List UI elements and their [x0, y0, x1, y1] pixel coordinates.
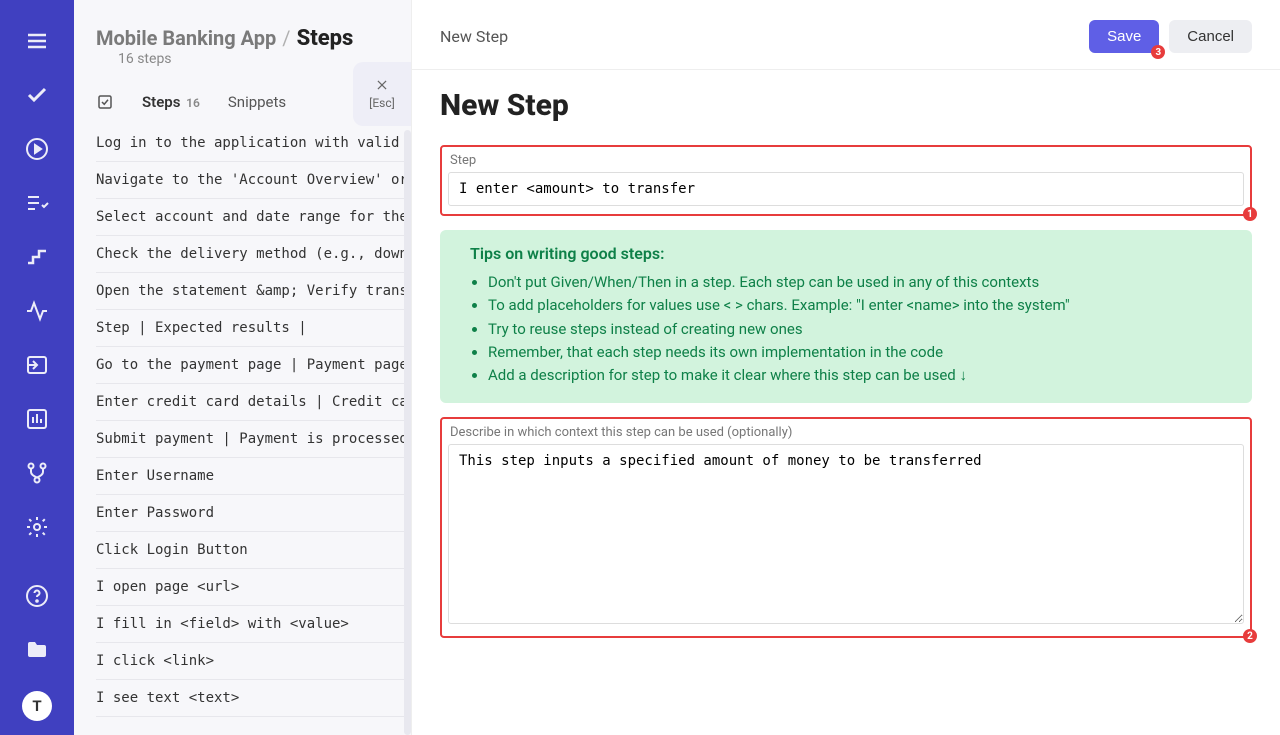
save-label: Save: [1107, 28, 1141, 45]
save-badge: 3: [1151, 45, 1165, 59]
tab-steps-count: 16: [186, 96, 200, 110]
header-title-small: New Step: [440, 27, 508, 46]
menu-icon[interactable]: [24, 28, 50, 54]
tab-snippets[interactable]: Snippets: [228, 93, 286, 111]
help-icon[interactable]: [24, 583, 50, 609]
description-field-block: Describe in which context this step can …: [440, 417, 1252, 638]
gear-icon[interactable]: [24, 514, 50, 540]
page-title: New Step: [440, 88, 1252, 123]
folder-icon[interactable]: [24, 637, 50, 663]
list-item[interactable]: I open page <url>: [96, 569, 411, 606]
tab-steps-label: Steps: [142, 93, 180, 111]
tips-item: Don't put Given/When/Then in a step. Eac…: [488, 271, 1234, 294]
tips-item: Remember, that each step needs its own i…: [488, 341, 1234, 364]
steps-list: Log in to the application with valid cre…: [74, 125, 411, 735]
close-esc-label: [Esc]: [369, 96, 395, 110]
list-item[interactable]: I see text <text>: [96, 680, 411, 717]
list-item[interactable]: Click Login Button: [96, 532, 411, 569]
step-field-label: Step: [450, 153, 1244, 168]
activity-icon[interactable]: [24, 298, 50, 324]
tips-item: To add placeholders for values use < > c…: [488, 294, 1234, 317]
save-button[interactable]: Save 3: [1089, 20, 1159, 53]
logo-text: T: [32, 697, 41, 715]
play-circle-icon[interactable]: [24, 136, 50, 162]
steps-tab-icon: [96, 93, 114, 111]
description-field-label: Describe in which context this step can …: [450, 425, 1244, 440]
step-input[interactable]: [448, 172, 1244, 206]
tips-box: Tips on writing good steps: Don't put Gi…: [440, 230, 1252, 403]
step-field-block: Step 1: [440, 145, 1252, 216]
tips-item: Try to reuse steps instead of creating n…: [488, 318, 1234, 341]
list-item[interactable]: I fill in <field> with <value>: [96, 606, 411, 643]
list-item[interactable]: Check the delivery method (e.g., downloa: [96, 236, 411, 273]
chart-icon[interactable]: [24, 406, 50, 432]
logo-icon[interactable]: T: [22, 691, 52, 721]
import-icon[interactable]: [24, 352, 50, 378]
branch-icon[interactable]: [24, 460, 50, 486]
breadcrumb-count: 16 steps: [118, 51, 172, 67]
list-check-icon[interactable]: [24, 190, 50, 216]
description-textarea[interactable]: [448, 444, 1244, 624]
list-item[interactable]: Go to the payment page | Payment page lo: [96, 347, 411, 384]
list-item[interactable]: Open the statement &amp; Verify transact: [96, 273, 411, 310]
check-icon[interactable]: [24, 82, 50, 108]
list-item[interactable]: Submit payment | Payment is processed an: [96, 421, 411, 458]
list-item[interactable]: Navigate to the 'Account Overview' or 'S: [96, 162, 411, 199]
breadcrumb-current: Steps: [297, 26, 354, 51]
tips-item: Add a description for step to make it cl…: [488, 364, 1234, 387]
list-item[interactable]: Select account and date range for the st: [96, 199, 411, 236]
left-panel: Mobile Banking App / Steps 16 steps Step…: [74, 0, 412, 735]
main-panel: New Step Save 3 Cancel New Step Step 1 T…: [412, 0, 1280, 735]
cancel-button[interactable]: Cancel: [1169, 20, 1252, 53]
breadcrumb-project[interactable]: Mobile Banking App: [96, 26, 276, 50]
main-header: New Step Save 3 Cancel: [412, 0, 1280, 70]
tab-steps[interactable]: Steps 16: [142, 93, 200, 111]
tips-title: Tips on writing good steps:: [470, 244, 1234, 263]
list-item[interactable]: Enter Username: [96, 458, 411, 495]
list-item[interactable]: Enter credit card details | Credit card: [96, 384, 411, 421]
breadcrumb-sep: /: [282, 26, 290, 50]
list-item[interactable]: Step | Expected results |: [96, 310, 411, 347]
close-icon: [375, 78, 389, 92]
list-item[interactable]: I click <link>: [96, 643, 411, 680]
close-panel-button[interactable]: [Esc]: [353, 62, 411, 126]
description-field-badge: 2: [1243, 629, 1257, 643]
list-item[interactable]: Log in to the application with valid cre: [96, 125, 411, 162]
sidebar: T: [0, 0, 74, 735]
list-item[interactable]: Enter Password: [96, 495, 411, 532]
steps-icon[interactable]: [24, 244, 50, 270]
step-field-badge: 1: [1243, 207, 1257, 221]
